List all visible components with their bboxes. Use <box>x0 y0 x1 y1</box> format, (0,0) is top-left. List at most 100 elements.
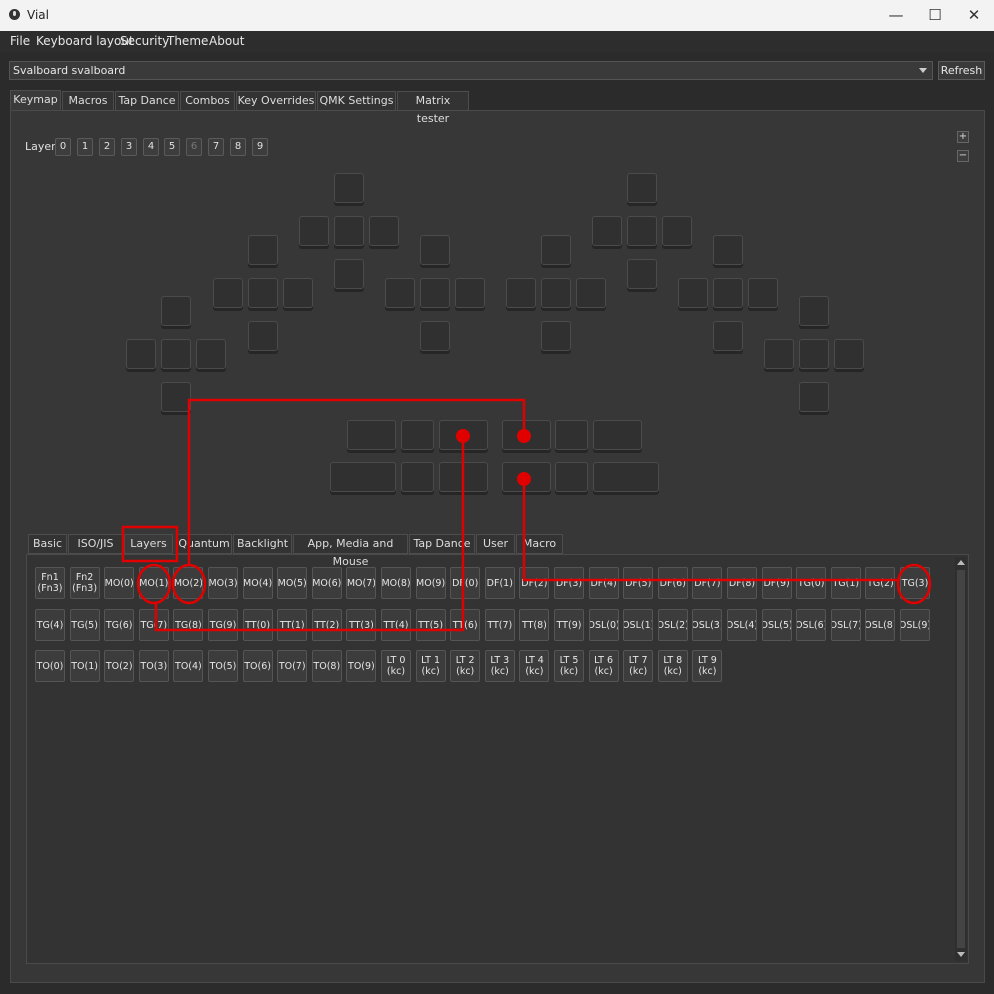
keyboard-key-5[interactable] <box>248 235 278 265</box>
keyboard-key-20[interactable] <box>541 235 571 265</box>
keyboard-key-8[interactable] <box>283 278 313 308</box>
layer-button-1[interactable]: 1 <box>77 138 93 156</box>
keycode-tt5[interactable]: TT(5) <box>415 609 446 641</box>
keycode-tt1[interactable]: TT(1) <box>277 609 308 641</box>
keyboard-key-3[interactable] <box>196 339 226 369</box>
keyboard-key-37[interactable] <box>799 339 829 369</box>
keycode-osl5[interactable]: OSL(5) <box>761 609 792 641</box>
keycode-tt8[interactable]: TT(8) <box>519 609 550 641</box>
tab-combos[interactable]: Combos <box>180 91 235 111</box>
keycode-to1[interactable]: TO(1) <box>69 650 100 682</box>
keyboard-key-43[interactable] <box>502 420 551 450</box>
keycode-tt4[interactable]: TT(4) <box>381 609 411 641</box>
keyboard-key-11[interactable] <box>299 216 329 246</box>
keycode-tg4[interactable]: TG(4) <box>35 609 65 641</box>
layer-button-5[interactable]: 5 <box>164 138 180 156</box>
keyboard-key-46[interactable] <box>330 462 396 492</box>
zoom-out-button[interactable]: − <box>957 150 969 162</box>
tab-tap-dance[interactable]: Tap Dance <box>115 91 179 111</box>
keyboard-key-15[interactable] <box>420 235 450 265</box>
keycode-lt9kc[interactable]: LT 9 (kc) <box>692 650 723 682</box>
keycode-mo2[interactable]: MO(2) <box>173 567 204 599</box>
refresh-button[interactable]: Refresh <box>938 61 985 80</box>
layer-button-7[interactable]: 7 <box>208 138 224 156</box>
keyboard-key-45[interactable] <box>593 420 642 450</box>
keycode-osl0[interactable]: OSL(0) <box>588 609 619 641</box>
keyboard-key-33[interactable] <box>748 278 778 308</box>
tab-key-overrides[interactable]: Key Overrides <box>236 91 316 111</box>
keycode-tg5[interactable]: TG(5) <box>69 609 100 641</box>
device-select[interactable]: Svalboard svalboard <box>9 61 933 80</box>
keycode-osl7[interactable]: OSL(7) <box>830 609 861 641</box>
keycode-tg2[interactable]: TG(2) <box>865 567 896 599</box>
keycode-df6[interactable]: DF(6) <box>657 567 688 599</box>
keyboard-key-30[interactable] <box>713 235 743 265</box>
keycode-df9[interactable]: DF(9) <box>761 567 792 599</box>
keycode-to7[interactable]: TO(7) <box>277 650 308 682</box>
keycode-lt1kc[interactable]: LT 1 (kc) <box>415 650 446 682</box>
keyboard-key-18[interactable] <box>455 278 485 308</box>
keycode-df2[interactable]: DF(2) <box>519 567 550 599</box>
keycode-tt0[interactable]: TT(0) <box>242 609 273 641</box>
keycode-df7[interactable]: DF(7) <box>692 567 723 599</box>
keycode-df0[interactable]: DF(0) <box>450 567 481 599</box>
keycode-tt7[interactable]: TT(7) <box>484 609 515 641</box>
keyboard-key-24[interactable] <box>541 321 571 351</box>
keycode-tt2[interactable]: TT(2) <box>311 609 342 641</box>
keycode-tg0[interactable]: TG(0) <box>796 567 827 599</box>
keycode-to6[interactable]: TO(6) <box>242 650 273 682</box>
keyboard-key-48[interactable] <box>439 462 488 492</box>
close-button[interactable]: ✕ <box>955 0 993 31</box>
keyboard-key-27[interactable] <box>627 216 657 246</box>
keycode-lt7kc[interactable]: LT 7 (kc) <box>623 650 654 682</box>
keycode-lt2kc[interactable]: LT 2 (kc) <box>450 650 481 682</box>
scroll-down-icon[interactable] <box>957 952 965 957</box>
scroll-thumb[interactable] <box>957 570 965 948</box>
keyboard-key-47[interactable] <box>401 462 434 492</box>
keycode-tg8[interactable]: TG(8) <box>173 609 204 641</box>
keyboard-key-29[interactable] <box>627 259 657 289</box>
keyboard-key-41[interactable] <box>401 420 434 450</box>
layer-button-2[interactable]: 2 <box>99 138 115 156</box>
keycode-to3[interactable]: TO(3) <box>138 650 169 682</box>
menu-about[interactable]: About <box>209 34 244 48</box>
keyboard-key-36[interactable] <box>764 339 794 369</box>
keycode-df5[interactable]: DF(5) <box>623 567 654 599</box>
keycode-mo6[interactable]: MO(6) <box>311 567 342 599</box>
keycode-lt3kc[interactable]: LT 3 (kc) <box>484 650 515 682</box>
keycode-to0[interactable]: TO(0) <box>35 650 65 682</box>
keycode-osl8[interactable]: OSL(8) <box>865 609 896 641</box>
keycode-fn1fn3[interactable]: Fn1 (Fn3) <box>35 567 65 599</box>
keycode-mo5[interactable]: MO(5) <box>277 567 308 599</box>
keycode-to5[interactable]: TO(5) <box>208 650 238 682</box>
layer-button-4[interactable]: 4 <box>143 138 159 156</box>
menu-security[interactable]: Security <box>120 34 169 48</box>
keyboard-key-10[interactable] <box>334 173 364 203</box>
keyboard-key-39[interactable] <box>799 382 829 412</box>
scroll-up-icon[interactable] <box>957 560 965 565</box>
tab-iso-jis[interactable]: ISO/JIS <box>68 534 123 554</box>
keycode-tg9[interactable]: TG(9) <box>208 609 238 641</box>
keycode-tt3[interactable]: TT(3) <box>346 609 377 641</box>
layer-button-9[interactable]: 9 <box>252 138 268 156</box>
keycode-osl1[interactable]: OSL(1) <box>623 609 654 641</box>
menu-theme[interactable]: Theme <box>167 34 208 48</box>
keycode-fn2fn3[interactable]: Fn2 (Fn3) <box>69 567 100 599</box>
keycode-lt5kc[interactable]: LT 5 (kc) <box>554 650 584 682</box>
layer-button-3[interactable]: 3 <box>121 138 137 156</box>
keyboard-key-25[interactable] <box>627 173 657 203</box>
tab-tap-dance-keys[interactable]: Tap Dance <box>409 534 475 554</box>
keycode-to9[interactable]: TO(9) <box>346 650 377 682</box>
keyboard-key-16[interactable] <box>385 278 415 308</box>
tab-keymap[interactable]: Keymap <box>10 90 61 110</box>
keycode-lt8kc[interactable]: LT 8 (kc) <box>657 650 688 682</box>
menu-file[interactable]: File <box>10 34 30 48</box>
keyboard-key-32[interactable] <box>713 278 743 308</box>
layer-button-6[interactable]: 6 <box>186 138 202 156</box>
tab-qmk-settings[interactable]: QMK Settings <box>317 91 396 111</box>
keyboard-key-38[interactable] <box>834 339 864 369</box>
keyboard-key-51[interactable] <box>593 462 659 492</box>
keyboard-key-4[interactable] <box>161 382 191 412</box>
keycode-mo9[interactable]: MO(9) <box>415 567 446 599</box>
keycode-df1[interactable]: DF(1) <box>484 567 515 599</box>
